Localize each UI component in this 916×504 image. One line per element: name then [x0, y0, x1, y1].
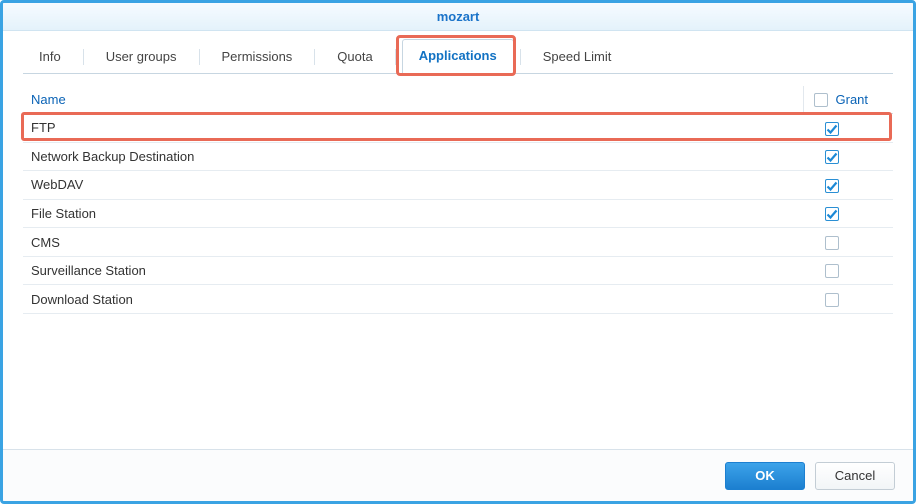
grant-cell [803, 171, 893, 200]
grant-checkbox[interactable] [825, 264, 839, 278]
content-area: Name Grant FTPNetwork Backup Destination… [3, 74, 913, 449]
dialog-footer: OK Cancel [3, 449, 913, 501]
app-name-cell: Network Backup Destination [23, 142, 803, 171]
cancel-button-label: Cancel [835, 468, 875, 483]
table-row[interactable]: Surveillance Station [23, 256, 893, 285]
grant-checkbox[interactable] [825, 207, 839, 221]
grant-cell [803, 114, 893, 143]
cancel-button[interactable]: Cancel [815, 462, 895, 490]
tab-bar: Info User groups Permissions Quota Applicati… [3, 31, 913, 74]
grant-cell [803, 228, 893, 257]
app-name-cell: Surveillance Station [23, 256, 803, 285]
table-row[interactable]: File Station [23, 199, 893, 228]
table-row[interactable]: Download Station [23, 285, 893, 314]
grant-cell [803, 285, 893, 314]
app-name-cell: WebDAV [23, 171, 803, 200]
tab-separator [520, 49, 521, 65]
app-name-cell: FTP [23, 114, 803, 143]
table-row[interactable]: Network Backup Destination [23, 142, 893, 171]
column-header-grant-label: Grant [836, 92, 869, 107]
tab-quota[interactable]: Quota [321, 41, 388, 74]
grant-all-checkbox[interactable] [814, 93, 828, 107]
tab-separator [199, 49, 200, 65]
grant-cell [803, 256, 893, 285]
tab-separator [395, 49, 396, 65]
ok-button[interactable]: OK [725, 462, 805, 490]
table-row[interactable]: WebDAV [23, 171, 893, 200]
applications-table: Name Grant FTPNetwork Backup Destination… [23, 86, 893, 314]
tab-separator [83, 49, 84, 65]
tab-permissions[interactable]: Permissions [206, 41, 309, 74]
tab-speed-limit[interactable]: Speed Limit [527, 41, 628, 74]
grant-checkbox[interactable] [825, 293, 839, 307]
app-name-cell: CMS [23, 228, 803, 257]
tab-applications[interactable]: Applications [402, 39, 514, 74]
tab-info[interactable]: Info [23, 41, 77, 74]
app-name-cell: Download Station [23, 285, 803, 314]
column-header-grant[interactable]: Grant [803, 86, 893, 114]
dialog-window: mozart Info User groups Permissions Quota Ap… [0, 0, 916, 504]
ok-button-label: OK [755, 468, 775, 483]
window-titlebar: mozart [3, 3, 913, 31]
table-row[interactable]: CMS [23, 228, 893, 257]
grant-cell [803, 199, 893, 228]
column-header-name-label: Name [31, 92, 66, 107]
grant-cell [803, 142, 893, 171]
tab-separator [314, 49, 315, 65]
app-name-cell: File Station [23, 199, 803, 228]
grant-checkbox[interactable] [825, 179, 839, 193]
window-title: mozart [437, 9, 480, 24]
column-header-name[interactable]: Name [23, 86, 803, 114]
tab-user-groups[interactable]: User groups [90, 41, 193, 74]
grant-checkbox[interactable] [825, 150, 839, 164]
grant-checkbox[interactable] [825, 236, 839, 250]
grant-checkbox[interactable] [825, 122, 839, 136]
table-row[interactable]: FTP [23, 114, 893, 143]
